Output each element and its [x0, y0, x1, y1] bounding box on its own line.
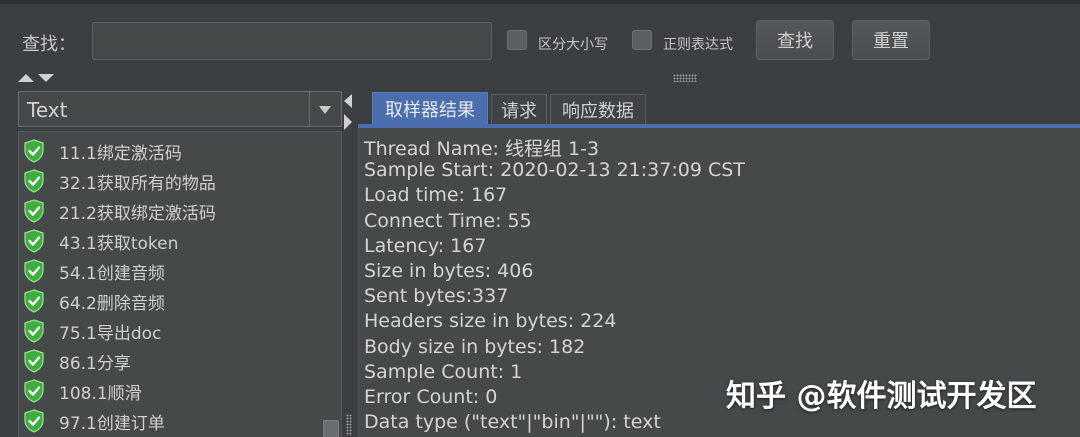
result-line: Thread Name: 线程组 1-3	[364, 138, 600, 160]
tree-item[interactable]: 97.1创建订单	[23, 408, 165, 434]
shield-check-icon	[24, 229, 44, 253]
tree-item[interactable]: 86.1分享	[23, 348, 131, 374]
result-line: Sent bytes:337	[364, 285, 509, 308]
tab-response-data[interactable]: 响应数据	[550, 94, 646, 124]
shield-check-icon	[24, 409, 44, 433]
shield-check-icon	[24, 289, 44, 313]
result-line: Body size in bytes: 182	[364, 335, 586, 358]
shield-check-icon	[24, 319, 44, 343]
tree-item-label: 75.1导出doc	[59, 323, 162, 344]
vertical-splitter[interactable]	[342, 92, 356, 437]
result-line: Headers size in bytes: 224	[364, 310, 617, 333]
result-line: Connect Time: 55	[364, 209, 532, 232]
shield-check-icon	[24, 349, 44, 373]
tree-item[interactable]: 54.1创建音频	[23, 258, 165, 284]
search-label: 查找：	[22, 34, 76, 55]
tree-item-label: 64.2删除音频	[59, 293, 165, 314]
tab-sampler-result[interactable]: 取样器结果	[372, 92, 488, 124]
find-button[interactable]: 查找	[756, 20, 834, 60]
search-bar: 查找： 区分大小写 正则表达式 查找 重置	[0, 4, 1080, 74]
case-sensitive-checkbox[interactable]	[507, 30, 527, 50]
result-line: Sample Start: 2020-02-13 21:37:09 CST	[364, 159, 745, 182]
result-line: Load time: 167	[364, 184, 508, 207]
tree-item[interactable]: 21.2获取绑定激活码	[23, 198, 216, 224]
result-line: Error Count: 0	[364, 386, 498, 408]
tree-item[interactable]: 32.1获取所有的物品	[23, 168, 216, 194]
tree-item-label: 11.1绑定激活码	[59, 143, 182, 164]
shield-check-icon	[24, 139, 44, 163]
regex-checkbox[interactable]	[632, 30, 652, 50]
result-line: Sample Count: 1	[364, 360, 523, 383]
splitter-arrows-icon[interactable]	[342, 92, 356, 132]
result-line: Latency: 167	[364, 234, 487, 257]
tree-item-label: 21.2获取绑定激活码	[59, 203, 216, 224]
split-collapse-arrows-icon[interactable]	[17, 72, 57, 84]
renderer-select-separator	[309, 92, 310, 126]
tree-item-label: 54.1创建音频	[59, 263, 165, 284]
tree-item-label: 32.1获取所有的物品	[59, 173, 216, 194]
search-input[interactable]	[92, 22, 492, 60]
renderer-select[interactable]: Text	[18, 91, 342, 127]
tree-item-label: 97.1创建订单	[59, 413, 165, 434]
tree-item-label: 108.1顺滑	[59, 383, 142, 404]
reset-button[interactable]: 重置	[852, 20, 930, 60]
shield-check-icon	[24, 169, 44, 193]
watermark: 知乎 @软件测试开发区	[726, 379, 1037, 414]
tree-item[interactable]: 64.2删除音频	[23, 288, 165, 314]
results-tree-panel: Text 11.1绑定激活码 32.1获取所有的物品 21.2获取绑定激活码 43.1…	[18, 91, 342, 437]
shield-check-icon	[24, 199, 44, 223]
tree-item[interactable]: 75.1导出doc	[23, 318, 161, 344]
tab-request[interactable]: 请求	[491, 94, 547, 124]
shield-check-icon	[24, 379, 44, 403]
tree-item-label: 43.1获取token	[59, 233, 179, 254]
renderer-select-value: Text	[27, 98, 68, 122]
horizontal-split-grip-icon[interactable]	[673, 74, 697, 82]
tree-item[interactable]: 43.1获取token	[23, 228, 178, 254]
tree-item[interactable]: 11.1绑定激活码	[23, 138, 182, 164]
result-line: Size in bytes: 406	[364, 260, 534, 282]
tree-scrollbar-thumb[interactable]	[323, 420, 339, 437]
tree-item-label: 86.1分享	[59, 353, 131, 374]
vertical-split-grip-icon[interactable]	[346, 414, 352, 436]
result-line: Data type ("text"|"bin"|""): text	[364, 411, 661, 434]
case-sensitive-label: 区分大小写	[538, 37, 608, 53]
chevron-down-icon[interactable]	[319, 106, 331, 114]
regex-label: 正则表达式	[663, 37, 733, 53]
result-tree: 11.1绑定激活码 32.1获取所有的物品 21.2获取绑定激活码 43.1获取tok…	[18, 131, 342, 437]
shield-check-icon	[24, 259, 44, 283]
tree-item[interactable]: 108.1顺滑	[23, 378, 142, 404]
